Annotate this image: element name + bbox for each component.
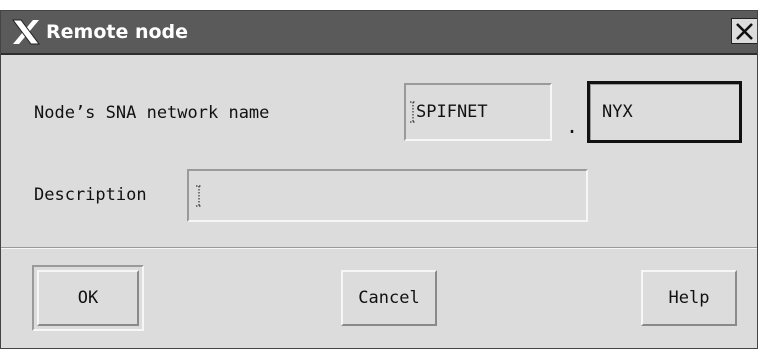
close-button[interactable] (731, 18, 757, 44)
remote-node-dialog: Remote node Node’s SNA network name SPIF… (0, 10, 758, 349)
close-icon (736, 23, 753, 40)
title-bar[interactable]: Remote node (1, 11, 757, 55)
cancel-button[interactable]: Cancel (341, 270, 437, 326)
node-name-value: NYX (602, 102, 633, 122)
x-window-icon[interactable] (11, 17, 41, 47)
network-name-field[interactable]: SPIFNET (404, 83, 552, 141)
network-name-value: SPIFNET (416, 102, 488, 122)
name-separator: . (566, 114, 579, 138)
network-name-label: Node’s SNA network name (34, 103, 270, 123)
button-area-divider (1, 247, 757, 249)
text-cursor-icon (196, 185, 202, 207)
ok-button[interactable]: OK (37, 270, 139, 326)
help-button[interactable]: Help (641, 270, 737, 326)
window-title: Remote node (46, 21, 189, 43)
default-button-frame: OK (32, 265, 144, 331)
node-name-field[interactable]: NYX (587, 81, 742, 143)
description-label: Description (34, 185, 147, 205)
description-field[interactable] (187, 169, 588, 222)
